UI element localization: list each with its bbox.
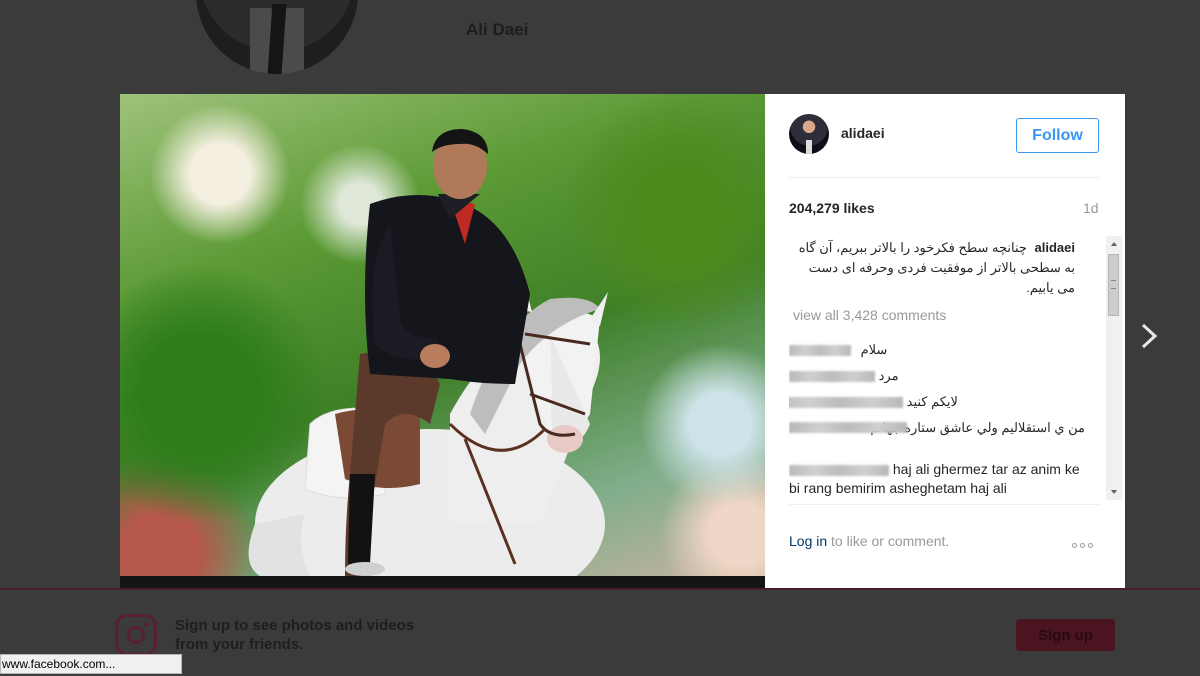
post-sidebar: alidaei Follow 204,279 likes 1d alidaei … (765, 94, 1125, 588)
blurred-username (789, 345, 851, 357)
blurred-username (789, 422, 907, 433)
list-item: haj ali ghermez tar az anim ke bi rang b… (789, 460, 1081, 498)
login-suffix: to like or comment. (827, 533, 950, 549)
blurred-username (789, 464, 889, 476)
likes-count[interactable]: 204,279 likes (789, 200, 875, 216)
scroll-down-arrow-icon[interactable] (1106, 484, 1122, 500)
comments-list: alidaei چنانچه سطح فکرخود را بالاتر ببری… (789, 234, 1109, 504)
rider-on-horse-image (248, 129, 608, 576)
scroll-up-arrow-icon[interactable] (1106, 236, 1122, 252)
signup-button[interactable]: Sign up (1016, 619, 1115, 651)
view-all-comments-link[interactable]: view all 3,428 comments (793, 307, 946, 323)
browser-status-bar: www.facebook.com... (0, 654, 182, 674)
post-caption: alidaei چنانچه سطح فکرخود را بالاتر ببری… (789, 238, 1075, 298)
comment-text: سلام (860, 342, 888, 357)
post-timestamp[interactable]: 1d (1083, 200, 1099, 216)
post-modal: alidaei Follow 204,279 likes 1d alidaei … (120, 94, 1125, 588)
signup-prompt: Sign up to see photos and videos from yo… (175, 617, 415, 653)
profile-avatar (196, 0, 358, 74)
list-item: مرد (789, 366, 899, 385)
post-photo[interactable] (120, 94, 765, 576)
more-options-icon[interactable] (1072, 535, 1102, 548)
list-item: من ي استقلاليم ولي عاشق ستاره جهانم (789, 418, 1085, 437)
list-item: لایکم کنید (789, 392, 958, 411)
list-item: سلام (789, 340, 887, 359)
comment-text: لایکم کنید (906, 394, 958, 409)
blurred-username (789, 397, 903, 409)
caption-username[interactable]: alidaei (1035, 238, 1075, 258)
login-prompt: Log in to like or comment. (789, 533, 949, 549)
divider (789, 504, 1100, 505)
login-link[interactable]: Log in (789, 533, 827, 549)
post-header: alidaei Follow (789, 94, 1100, 178)
follow-button[interactable]: Follow (1016, 118, 1099, 153)
instagram-icon (115, 614, 157, 656)
comment-text: مرد (878, 368, 899, 383)
scroll-thumb[interactable] (1108, 254, 1119, 316)
comments-scrollbar[interactable] (1106, 236, 1122, 500)
avatar[interactable] (789, 114, 829, 154)
chevron-right-icon[interactable] (1136, 322, 1164, 350)
post-username[interactable]: alidaei (841, 125, 885, 141)
blurred-username (789, 371, 875, 383)
profile-name: Ali Daei (466, 20, 529, 39)
photo-bottom-strip (120, 576, 765, 588)
